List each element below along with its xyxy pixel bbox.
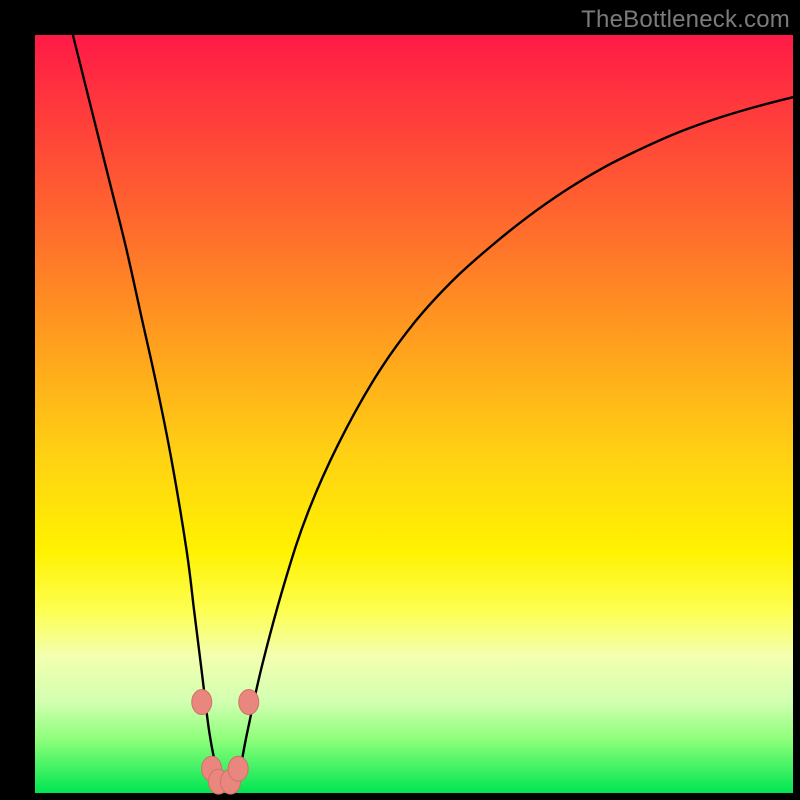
trough-marker bbox=[228, 756, 248, 781]
trough-marker bbox=[192, 690, 212, 715]
trough-markers bbox=[192, 690, 259, 795]
watermark-text: TheBottleneck.com bbox=[581, 6, 790, 34]
trough-marker bbox=[239, 690, 259, 715]
chart-frame: TheBottleneck.com bbox=[0, 0, 800, 800]
plot-area bbox=[35, 35, 793, 793]
bottleneck-curve-path bbox=[73, 35, 793, 792]
chart-svg bbox=[35, 35, 793, 793]
